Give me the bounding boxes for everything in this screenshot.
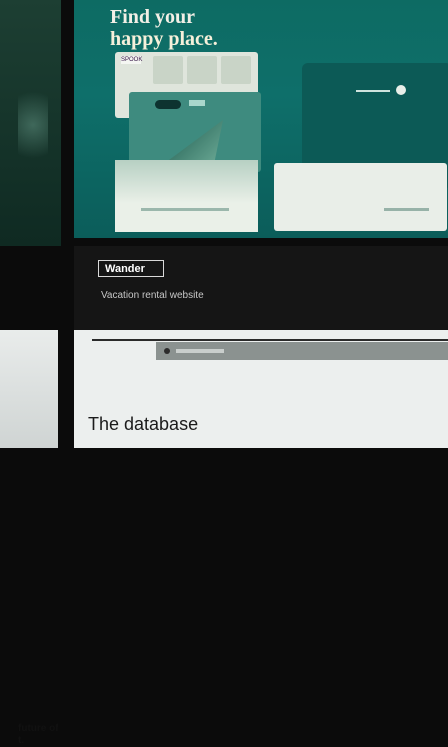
article-preview-bar bbox=[156, 342, 448, 360]
hero-headline: Find your happy place. bbox=[110, 6, 218, 50]
preview-glow bbox=[18, 80, 48, 170]
listing-tag: SPOOK bbox=[121, 56, 143, 64]
left-article-caption: future of t. bbox=[18, 723, 58, 746]
project-description: Vacation rental website bbox=[101, 290, 204, 301]
article-divider bbox=[92, 339, 448, 341]
avatar bbox=[164, 348, 170, 354]
leaf-icon bbox=[169, 120, 223, 160]
listing-card-bottom-right bbox=[274, 163, 447, 231]
left-article-card[interactable]: future of t. bbox=[0, 330, 58, 746]
listing-card-bottom-left bbox=[115, 160, 258, 232]
toggle-icon bbox=[155, 100, 181, 109]
article-card[interactable]: The database bbox=[74, 330, 448, 448]
article-title: The database bbox=[88, 414, 199, 434]
hero-thumbnail[interactable]: Find your happy place. SPOOK bbox=[74, 0, 448, 238]
circle-icon bbox=[396, 85, 406, 95]
project-name: Wander bbox=[98, 260, 164, 277]
left-preview-card[interactable] bbox=[0, 0, 61, 246]
project-card[interactable]: Wander Vacation rental website bbox=[74, 246, 448, 330]
